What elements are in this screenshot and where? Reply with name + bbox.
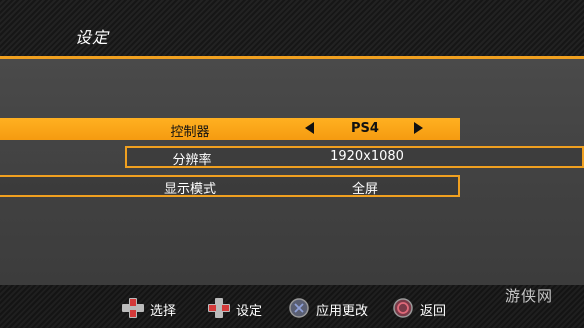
setting-label-display-mode: 显示模式 bbox=[163, 182, 216, 197]
watermark: 游侠网 bbox=[505, 287, 554, 305]
hint-label-select: 选择 bbox=[150, 304, 177, 319]
hint-label-apply: 应用更改 bbox=[316, 304, 369, 319]
settings-screen: 设定 控制器 PS4 分辨率 1920x1080 显示模式 全屏 选择 设定 应… bbox=[0, 0, 584, 328]
hint-select: 选择 bbox=[120, 297, 190, 319]
setting-row-display-mode[interactable]: 显示模式 全屏 bbox=[0, 175, 460, 197]
hint-set: 设定 bbox=[206, 297, 276, 319]
page-title: 设定 bbox=[75, 28, 110, 47]
setting-value-display-mode: 全屏 bbox=[351, 182, 378, 197]
dpad-up-down-icon bbox=[122, 298, 144, 318]
setting-label-resolution: 分辨率 bbox=[172, 153, 212, 168]
setting-value-controller: PS4 bbox=[351, 121, 379, 136]
hint-label-set: 设定 bbox=[236, 304, 263, 319]
arrow-left-icon[interactable] bbox=[305, 122, 314, 134]
setting-row-controller[interactable]: 控制器 PS4 bbox=[0, 118, 460, 140]
settings-panel bbox=[0, 59, 584, 285]
hint-label-back: 返回 bbox=[420, 304, 447, 319]
arrow-right-icon[interactable] bbox=[414, 122, 423, 134]
setting-value-resolution: 1920x1080 bbox=[330, 149, 404, 164]
hint-apply: 应用更改 bbox=[286, 297, 386, 319]
circle-button-icon bbox=[393, 298, 413, 318]
setting-label-controller: 控制器 bbox=[170, 125, 210, 140]
dpad-left-right-icon bbox=[208, 298, 230, 318]
setting-row-resolution[interactable]: 分辨率 1920x1080 bbox=[125, 146, 584, 168]
cross-button-icon bbox=[289, 298, 309, 318]
hint-back: 返回 bbox=[390, 297, 460, 319]
